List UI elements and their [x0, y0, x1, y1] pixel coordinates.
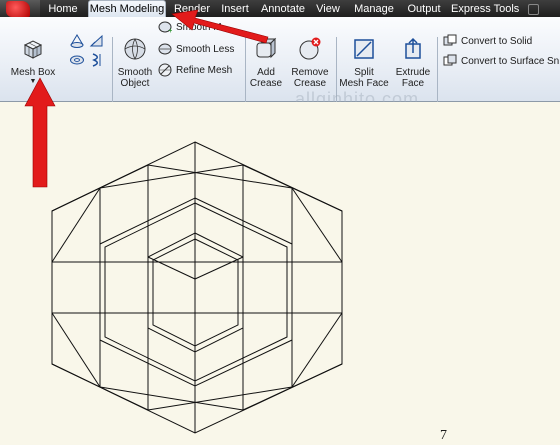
arrow-to-mesh-box-icon	[24, 77, 56, 188]
annotation-arrows	[24, 9, 269, 188]
arrow-to-tab-icon	[171, 9, 269, 44]
